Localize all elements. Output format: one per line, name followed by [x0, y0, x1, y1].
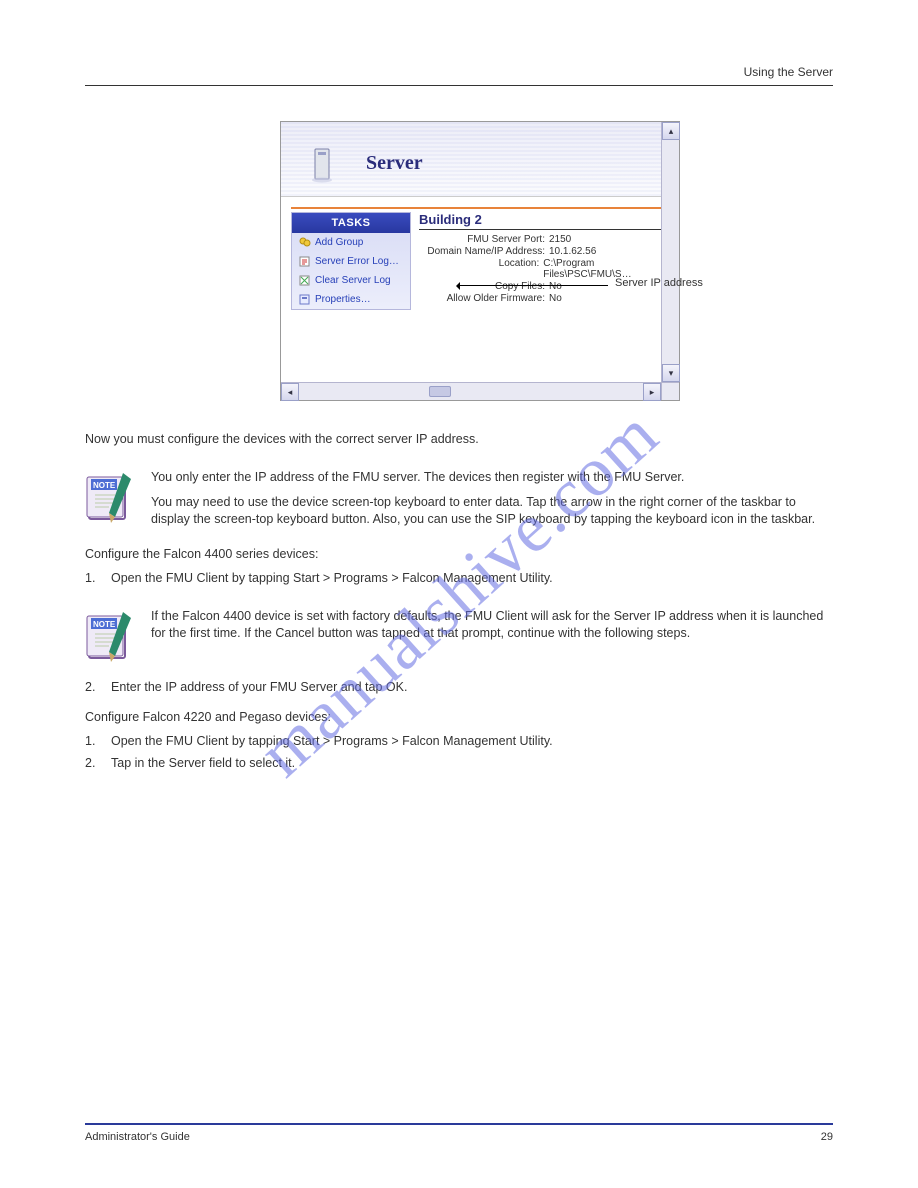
note-block: NOTE You only enter the IP address of th…	[85, 469, 833, 536]
note-icon: NOTE	[85, 469, 137, 529]
detail-row: Domain Name/IP Address:10.1.62.56	[419, 246, 679, 257]
step-number: 2.	[85, 679, 103, 695]
detail-key: FMU Server Port:	[419, 234, 549, 245]
detail-key: Copy Files:	[419, 281, 549, 292]
task-label: Clear Server Log	[315, 275, 391, 286]
scroll-grip[interactable]	[429, 386, 451, 397]
note-block: NOTE If the Falcon 4400 device is set wi…	[85, 608, 833, 668]
footer-page-number: 29	[821, 1131, 833, 1143]
tasks-panel: TASKS Add Group Server Error Log… Clear …	[291, 212, 411, 310]
scroll-down-icon[interactable]: ▾	[662, 364, 680, 382]
note-icon: NOTE	[85, 608, 137, 668]
clear-log-icon	[298, 274, 311, 287]
detail-key: Domain Name/IP Address:	[419, 246, 549, 257]
task-label: Properties…	[315, 294, 371, 305]
step-number: 1.	[85, 733, 103, 749]
scroll-up-icon[interactable]: ▴	[662, 122, 680, 140]
task-properties[interactable]: Properties…	[292, 290, 410, 309]
page-footer: Administrator's Guide 29	[85, 1123, 833, 1143]
tasks-header: TASKS	[292, 213, 410, 233]
callout-arrow	[458, 285, 608, 286]
callout-label: Server IP address	[615, 277, 703, 289]
add-group-icon	[298, 236, 311, 249]
page-header: Using the Server	[85, 65, 833, 79]
detail-key: Allow Older Firmware:	[419, 293, 549, 304]
config-heading: Configure Falcon 4220 and Pegaso devices…	[85, 709, 833, 725]
detail-row: Allow Older Firmware:No	[419, 293, 679, 304]
detail-key: Location:	[419, 258, 543, 280]
task-clear-log[interactable]: Clear Server Log	[292, 271, 410, 290]
task-label: Add Group	[315, 237, 363, 248]
step-text: Tap in the Server field to select it.	[111, 755, 295, 771]
server-details: Building 2 FMU Server Port:2150 Domain N…	[411, 212, 679, 310]
scroll-right-icon[interactable]: ▸	[643, 383, 661, 401]
scroll-corner	[661, 382, 679, 400]
server-icon	[311, 147, 337, 183]
config-heading: Configure the Falcon 4400 series devices…	[85, 546, 833, 562]
header-rule	[85, 85, 833, 86]
note-text: If the Falcon 4400 device is set with fa…	[151, 608, 833, 650]
note-para: You may need to use the device screen-to…	[151, 494, 833, 528]
task-add-group[interactable]: Add Group	[292, 233, 410, 252]
step-text: Open the FMU Client by tapping Start > P…	[111, 733, 553, 749]
step-number: 1.	[85, 570, 103, 586]
para-intro: Now you must configure the devices with …	[85, 431, 833, 447]
task-label: Server Error Log…	[315, 256, 399, 267]
horizontal-scrollbar[interactable]: ◂▸	[281, 382, 679, 400]
screenshot-title: Server	[366, 152, 423, 175]
scroll-left-icon[interactable]: ◂	[281, 383, 299, 401]
screenshot-body: TASKS Add Group Server Error Log… Clear …	[281, 209, 679, 310]
note-text: You only enter the IP address of the FMU…	[151, 469, 833, 536]
properties-icon	[298, 293, 311, 306]
note-para: You only enter the IP address of the FMU…	[151, 469, 833, 486]
error-log-icon	[298, 255, 311, 268]
step-text: Enter the IP address of your FMU Server …	[111, 679, 407, 695]
detail-val: No	[549, 281, 562, 292]
scroll-track[interactable]	[299, 383, 643, 400]
body-text: Now you must configure the devices with …	[85, 431, 833, 772]
svg-text:NOTE: NOTE	[93, 620, 116, 629]
vertical-scrollbar[interactable]: ▴▾	[661, 122, 679, 382]
page: Using the Server Server TASKS Add Group …	[0, 0, 918, 818]
footer-left: Administrator's Guide	[85, 1131, 190, 1143]
footer-rule	[85, 1123, 833, 1125]
note-para: If the Falcon 4400 device is set with fa…	[151, 608, 833, 642]
svg-text:NOTE: NOTE	[93, 481, 116, 490]
detail-val: 10.1.62.56	[549, 246, 596, 257]
task-error-log[interactable]: Server Error Log…	[292, 252, 410, 271]
details-heading: Building 2	[419, 212, 679, 230]
detail-val: No	[549, 293, 562, 304]
step-number: 2.	[85, 755, 103, 771]
detail-row: FMU Server Port:2150	[419, 234, 679, 245]
screenshot-header: Server	[281, 122, 679, 197]
server-screenshot: Server TASKS Add Group Server Error Log……	[280, 121, 680, 401]
step-text: Open the FMU Client by tapping Start > P…	[111, 570, 553, 586]
detail-val: 2150	[549, 234, 571, 245]
